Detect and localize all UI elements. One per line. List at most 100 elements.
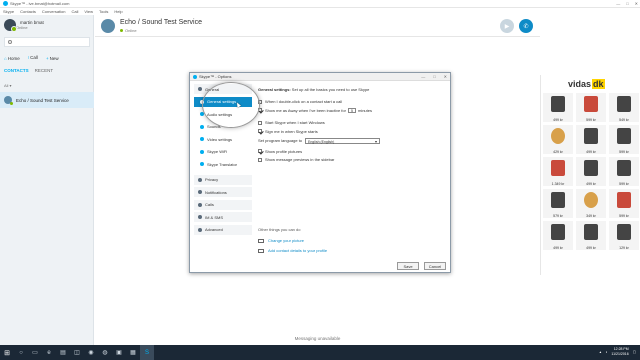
language-select[interactable]: English (English): [305, 137, 381, 145]
product-image: [551, 160, 565, 176]
nav-item-label: Calls: [205, 202, 214, 207]
change-picture-link[interactable]: Change your picture: [258, 238, 438, 243]
checkbox-doubleclick[interactable]: [258, 99, 262, 104]
ad-product[interactable]: 429 kr: [543, 125, 573, 154]
network-icon[interactable]: ▴: [600, 350, 602, 354]
list-item[interactable]: Echo / Sound Test Service: [0, 92, 94, 108]
option-start-windows[interactable]: Start Skype when I start Windows: [258, 119, 446, 126]
notifications-icon[interactable]: ▢: [633, 350, 636, 354]
windows-start-icon[interactable]: ⊞: [0, 345, 14, 360]
save-button[interactable]: Save: [397, 262, 419, 270]
checkbox-start-windows[interactable]: [258, 120, 262, 125]
ad-product[interactable]: 599 kr: [576, 93, 606, 122]
menu-tools[interactable]: Tools: [99, 9, 108, 14]
new-button[interactable]: +New: [46, 56, 59, 61]
file-explorer-icon[interactable]: ▤: [56, 345, 70, 360]
nav-item-sounds[interactable]: Sounds: [194, 122, 252, 132]
menu-skype[interactable]: Skype: [3, 9, 14, 14]
profile[interactable]: martin bmat Online: [4, 19, 44, 32]
menu-call[interactable]: Call: [72, 9, 79, 14]
ad-banner[interactable]: vidas dk 499 kr 599 kr 549 kr 429 kr 499 kr 59…: [540, 75, 640, 275]
nav-item-general-settings[interactable]: General settings: [194, 96, 252, 107]
option-message-previews[interactable]: Show message previews in the sidebar: [258, 156, 446, 163]
maximize-button[interactable]: □: [626, 1, 628, 6]
menu-contacts[interactable]: Contacts: [20, 9, 36, 14]
chrome-icon[interactable]: ◉: [84, 345, 98, 360]
menu-view[interactable]: View: [84, 9, 93, 14]
ad-product[interactable]: 579 kr: [543, 189, 573, 218]
ad-brand-suffix: dk: [592, 79, 605, 89]
away-minutes-input[interactable]: 5: [347, 107, 356, 113]
home-button[interactable]: ⌂Home: [4, 56, 20, 61]
ad-product[interactable]: 1.349 kr: [543, 157, 573, 186]
close-button[interactable]: ✕: [635, 1, 638, 6]
dialog-close-button[interactable]: ✕: [444, 74, 447, 79]
nav-item-notifications[interactable]: Notifications: [194, 187, 252, 197]
ad-logo[interactable]: vidas dk: [567, 79, 605, 89]
search-input[interactable]: [4, 37, 90, 47]
option-sign-in[interactable]: Sign me in when Skype starts: [258, 128, 446, 135]
tab-recent[interactable]: RECENT: [35, 68, 54, 73]
store-icon[interactable]: ◫: [70, 345, 84, 360]
nav-item-calls[interactable]: Calls: [194, 199, 252, 210]
nav-item-label: IM & SMS: [205, 214, 224, 220]
clock-date: 11/21/2016: [611, 351, 629, 356]
profile-status[interactable]: Online: [16, 25, 44, 30]
nav-item-privacy[interactable]: Privacy: [194, 174, 252, 185]
app-icon[interactable]: ▦: [126, 345, 140, 360]
contact-header-avatar[interactable]: [101, 19, 115, 33]
ad-product[interactable]: 499 kr: [543, 221, 573, 250]
nav-item-audio-settings[interactable]: Audio settings: [194, 109, 252, 119]
nav-item-im-sms[interactable]: IM & SMS: [194, 212, 252, 222]
nav-item-advanced[interactable]: Advanced: [194, 224, 252, 235]
conversation-header: Echo / Sound Test Service Online ▶ ✆: [95, 15, 540, 37]
ad-product[interactable]: 599 kr: [609, 125, 639, 154]
contact-avatar: [4, 96, 13, 105]
option-away-inactive[interactable]: Show me as Away when I've been inactive …: [258, 107, 446, 114]
product-price: 499 kr: [586, 246, 596, 250]
dialog-minimize-button[interactable]: —: [421, 74, 425, 79]
contact-tabs: CONTACTS RECENT: [4, 68, 90, 73]
skype-taskbar-icon[interactable]: S: [140, 345, 154, 360]
edge-browser-icon[interactable]: e: [42, 345, 56, 360]
option-doubleclick-call[interactable]: When I double-click on a contact start a…: [258, 98, 446, 105]
checkbox-away[interactable]: [258, 108, 262, 112]
task-view-icon[interactable]: ▭: [28, 345, 42, 360]
ad-product[interactable]: 499 kr: [576, 221, 606, 250]
search-icon[interactable]: ○: [14, 345, 28, 360]
call-button[interactable]: ⁝Call: [28, 55, 38, 61]
clock[interactable]: 12:28 PM 11/21/2016: [611, 347, 628, 356]
avatar[interactable]: [4, 19, 17, 32]
nav-item-skype-translator[interactable]: Skype Translator: [194, 159, 252, 169]
menu-conversation[interactable]: Conversation: [42, 9, 66, 14]
firefox-icon[interactable]: ◍: [98, 345, 112, 360]
ad-product[interactable]: 129 kr: [609, 221, 639, 250]
checkbox-message-previews[interactable]: [258, 157, 262, 162]
ad-product[interactable]: 499 kr: [576, 125, 606, 154]
search-icon: [8, 40, 12, 44]
checkbox-profile-pictures[interactable]: [258, 149, 262, 153]
ad-product[interactable]: 499 kr: [543, 93, 573, 122]
nav-item-video-settings[interactable]: Video settings: [194, 134, 252, 144]
nav-item-general[interactable]: General: [194, 84, 252, 94]
tab-contacts[interactable]: CONTACTS: [4, 68, 29, 73]
cancel-button[interactable]: Cancel: [424, 262, 446, 270]
nav-item-skype-wifi[interactable]: Skype WiFi: [194, 147, 252, 157]
ad-product[interactable]: 599 kr: [609, 157, 639, 186]
menu-help[interactable]: Help: [114, 9, 122, 14]
contact-filter[interactable]: All ▾: [4, 83, 12, 88]
app-icon[interactable]: ▣: [112, 345, 126, 360]
ad-product[interactable]: 599 kr: [609, 189, 639, 218]
add-contact-details-link[interactable]: Add contact details to your profile: [258, 248, 438, 253]
ad-product[interactable]: 549 kr: [609, 93, 639, 122]
ad-product[interactable]: 349 kr: [576, 189, 606, 218]
language-label: Set program language to: [258, 138, 303, 143]
volume-icon[interactable]: ◖: [605, 350, 607, 354]
checkbox-sign-in[interactable]: [258, 129, 262, 133]
ad-product[interactable]: 499 kr: [576, 157, 606, 186]
voice-call-button[interactable]: ✆: [519, 19, 533, 33]
minimize-button[interactable]: —: [616, 1, 620, 6]
option-profile-pictures[interactable]: Show profile pictures: [258, 148, 446, 155]
dialog-maximize-button[interactable]: □: [433, 74, 435, 79]
video-call-button[interactable]: ▶: [500, 19, 514, 33]
